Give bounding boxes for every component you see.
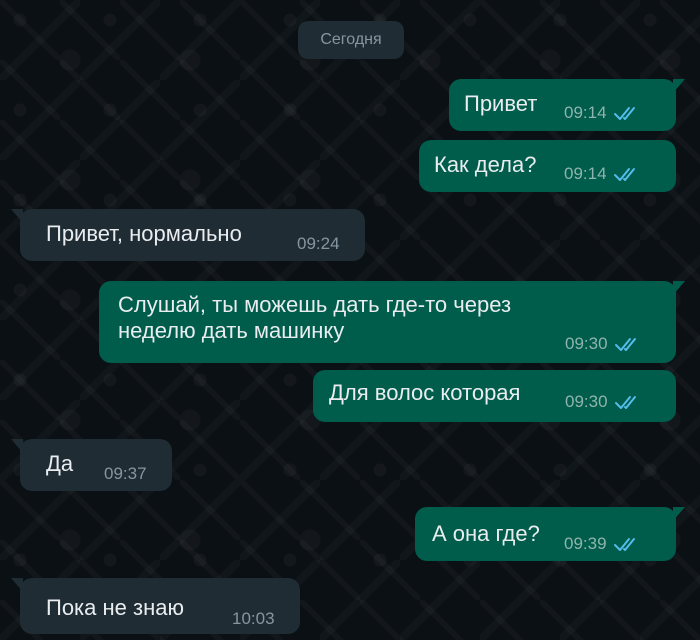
message-meta: 09:37 <box>104 464 147 484</box>
message-text: Да <box>46 451 74 476</box>
message-time: 09:14 <box>564 164 607 183</box>
message-time: 09:30 <box>565 392 608 411</box>
message-text: Как дела? <box>434 152 537 177</box>
message-bubble-incoming[interactable]: Пока не знаю 10:03 <box>11 578 300 634</box>
date-divider-label: Сегодня <box>320 31 382 48</box>
message-time: 09:30 <box>565 334 608 353</box>
message-bubble-outgoing[interactable]: А она где? 09:39 <box>415 507 685 561</box>
double-check-icon <box>613 538 635 551</box>
double-check-icon <box>614 338 636 351</box>
message-meta: 09:30 <box>565 334 642 354</box>
message-meta: 09:24 <box>297 234 340 254</box>
message-time: 09:14 <box>564 103 607 122</box>
message-meta: 09:14 <box>564 103 641 123</box>
message-text: Пока не знаю <box>46 595 184 620</box>
message-meta: 09:39 <box>564 534 641 554</box>
chat-background: Сегодня Привет 09:14 Как дела? 09:14 При… <box>0 0 700 640</box>
message-meta: 10:03 <box>232 609 275 629</box>
message-bubble-outgoing[interactable]: Для волос которая 09:30 <box>313 370 676 422</box>
message-text-line-2: неделю дать машинку <box>118 318 345 343</box>
message-bubble-outgoing[interactable]: Привет 09:14 <box>449 79 685 131</box>
double-check-icon <box>613 168 635 181</box>
double-check-icon <box>614 396 636 409</box>
date-divider: Сегодня <box>298 21 404 59</box>
message-text: Привет, нормально <box>46 221 242 246</box>
message-text: Для волос которая <box>329 380 521 405</box>
message-text: А она где? <box>432 521 540 546</box>
message-meta: 09:30 <box>565 392 642 412</box>
message-time: 09:39 <box>564 534 607 553</box>
message-time: 09:37 <box>104 464 147 483</box>
message-bubble-outgoing[interactable]: Как дела? 09:14 <box>419 140 676 192</box>
message-bubble-incoming[interactable]: Да 09:37 <box>11 439 172 491</box>
message-bubble-outgoing[interactable]: Слушай, ты можешь дать где-то через неде… <box>99 281 685 363</box>
double-check-icon <box>613 107 635 120</box>
message-text: Привет <box>464 91 538 116</box>
message-bubble-incoming[interactable]: Привет, нормально 09:24 <box>11 209 365 261</box>
message-time: 10:03 <box>232 609 275 628</box>
message-meta: 09:14 <box>564 164 641 184</box>
message-time: 09:24 <box>297 234 340 253</box>
